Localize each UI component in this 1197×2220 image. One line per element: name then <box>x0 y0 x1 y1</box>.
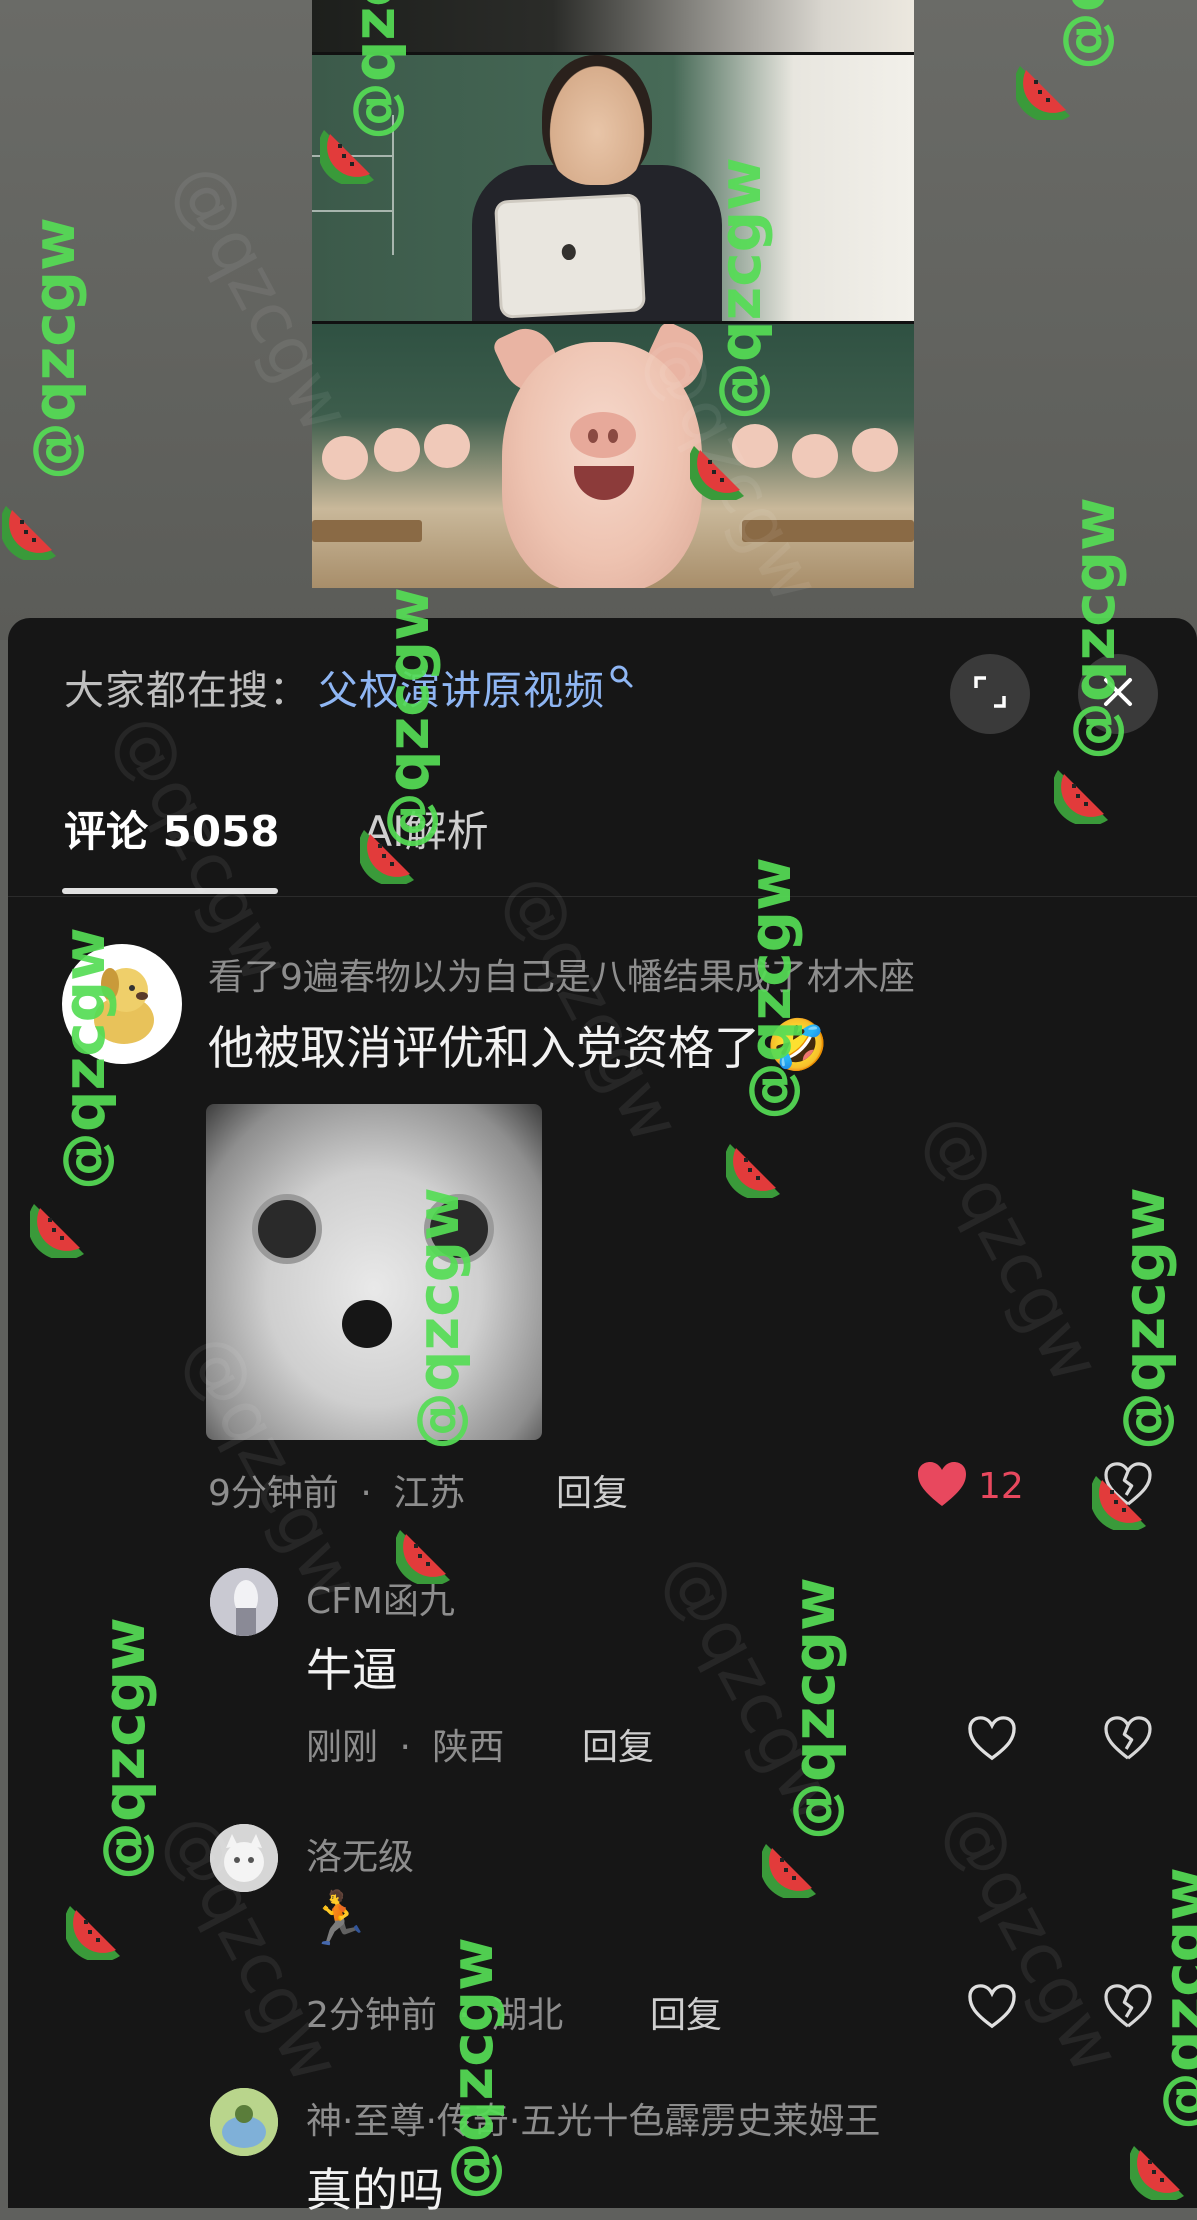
like-button[interactable] <box>966 1982 1018 2034</box>
broken-heart-icon <box>1104 1716 1152 1764</box>
piglet <box>374 428 420 472</box>
desk <box>312 520 422 542</box>
watermark-text: @qzcgw <box>20 217 88 480</box>
reply-button[interactable]: 回复 <box>582 1718 654 1770</box>
slime-avatar-icon <box>210 2088 278 2156</box>
watermark-text: @qzcgw <box>90 1617 158 1880</box>
watermelon-icon <box>320 130 374 184</box>
comment-location: 陕西 <box>432 1727 505 1768</box>
piglet <box>852 428 898 472</box>
reply-button[interactable]: 回复 <box>650 1986 722 2038</box>
piglet <box>792 434 838 478</box>
watermelon-icon <box>396 1530 450 1584</box>
search-icon[interactable] <box>609 664 635 694</box>
watermelon-icon <box>1016 66 1070 120</box>
watermelon-icon <box>30 1204 84 1258</box>
meta-separator: · <box>399 1727 411 1768</box>
like-button[interactable] <box>966 1714 1018 1766</box>
student-head <box>542 55 652 185</box>
watermark-text: @qzcgw <box>374 587 442 850</box>
trending-search[interactable]: 大家都在搜： 父权演讲原视频 <box>64 662 635 714</box>
watermelon-icon <box>1092 1476 1146 1530</box>
meta-separator: · <box>360 1473 372 1514</box>
comment-time: 刚刚 <box>306 1727 379 1768</box>
expand-icon <box>970 672 1010 716</box>
watermelon-icon <box>690 446 744 500</box>
trending-search-label: 大家都在搜： <box>64 668 310 714</box>
comment-meta: 刚刚 · 陕西 <box>306 1718 504 1770</box>
tablet-device <box>497 196 643 316</box>
figure-avatar-icon <box>210 1568 278 1636</box>
running-emoji-icon: 🏃 <box>306 1889 371 1949</box>
heart-outline-icon <box>967 1983 1017 2033</box>
piglet <box>424 424 470 468</box>
watermelon-icon <box>1130 2146 1184 2200</box>
heart-icon <box>916 1460 968 1512</box>
comment-text: 牛逼 <box>306 1643 398 1697</box>
sticker-eye <box>252 1194 322 1264</box>
pig-snout <box>570 412 636 458</box>
watermark-text: @qzcgw <box>780 1577 848 1840</box>
avatar[interactable] <box>210 1568 278 1636</box>
watermelon-icon <box>726 1144 780 1198</box>
trending-search-term[interactable]: 父权演讲原视频 <box>318 658 605 716</box>
watermelon-icon <box>1054 770 1108 824</box>
watermark-text: @qzcgw <box>340 0 408 140</box>
watermark-text: @qzcgw <box>706 157 774 420</box>
comment-text: 真的吗 <box>306 2163 444 2217</box>
watermelon-icon <box>360 830 414 884</box>
watermark-text: @qzcgw <box>50 927 118 1190</box>
watermark-text: @qzcgw <box>736 857 804 1120</box>
comment-username[interactable]: 神·至尊·传奇·五光十色霹雳史莱姆王 <box>306 2092 880 2144</box>
dislike-button[interactable] <box>1102 1714 1154 1766</box>
piglet <box>322 436 368 480</box>
sticker-mouth <box>342 1300 392 1348</box>
comment-username[interactable]: 洛无级 <box>306 1828 414 1880</box>
watermark-text: @qzcgw <box>438 1937 506 2200</box>
reply-button[interactable]: 回复 <box>556 1464 628 1516</box>
avatar[interactable] <box>210 2088 278 2156</box>
watermelon-icon <box>2 506 56 560</box>
watermelon-icon <box>762 1844 816 1898</box>
watermark-text: @qzcgw <box>1060 497 1128 760</box>
watermelon-icon <box>66 1906 120 1960</box>
like-count: 12 <box>978 1465 1024 1507</box>
watermark-text: @qzcgw <box>1110 1187 1178 1450</box>
video-frame-pig-classroom <box>312 324 914 588</box>
heart-outline-icon <box>967 1715 1017 1765</box>
comment-meta: 2分钟前 · 湖北 <box>306 1986 563 2038</box>
watermark-text: @qzcgw <box>1150 1867 1197 2130</box>
expand-button[interactable] <box>950 654 1030 734</box>
comment-text: 他被取消评优和入党资格了 <box>208 1021 760 1075</box>
like-button[interactable]: 12 <box>916 1460 1024 1512</box>
comment-location: 江苏 <box>393 1473 466 1514</box>
watermark-text: @qzcgw <box>404 1187 472 1450</box>
